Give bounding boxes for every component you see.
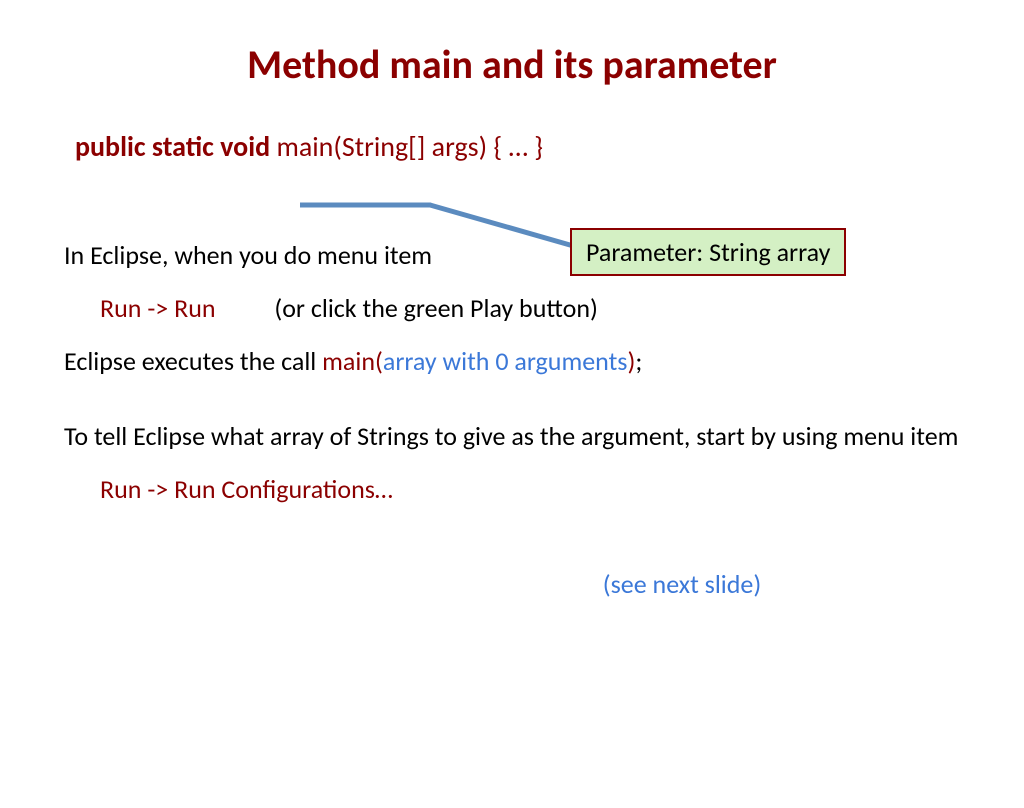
slide-title: Method main and its parameter — [0, 40, 1024, 89]
menu-path-run: Run -> Run — [100, 292, 216, 324]
exec-text-a: Eclipse executes the call — [64, 345, 322, 377]
paragraph-run-menu: Run -> Run (or click the green Play butt… — [100, 291, 960, 326]
parameter-callout: Parameter: String array — [570, 228, 846, 276]
paragraph-execute-call: Eclipse executes the call main(array wit… — [64, 344, 960, 379]
paragraph-configure: To tell Eclipse what array of Strings to… — [64, 419, 960, 454]
menu-path-note: (or click the green Play button) — [274, 292, 598, 324]
code-keywords: public static void — [75, 129, 270, 164]
code-signature: public static void main(String[] args) {… — [75, 129, 1024, 164]
exec-text-b: main( — [322, 345, 383, 377]
code-rest: main(String[] args) { … } — [270, 129, 543, 164]
exec-text-e: ; — [635, 345, 642, 377]
next-slide-note: (see next slide) — [64, 567, 960, 602]
callout-arrow — [300, 185, 600, 265]
menu-path-run-config: Run -> Run Configurations… — [100, 472, 960, 507]
exec-text-c: array with 0 arguments — [383, 345, 628, 377]
